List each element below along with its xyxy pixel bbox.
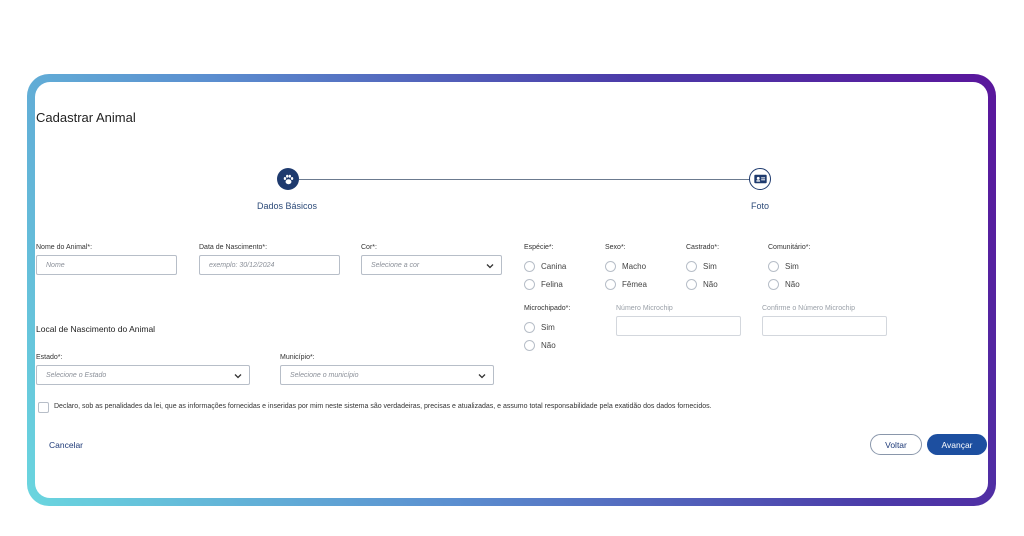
sexo-femea-option[interactable]: Fêmea — [605, 279, 647, 290]
confirme-microchip-label: Confirme o Número Microchip — [762, 305, 855, 312]
declaration-text: Declaro, sob as penalidades da lei, que … — [54, 403, 712, 410]
numero-microchip-label: Número Microchip — [616, 305, 673, 312]
castrado-sim-option[interactable]: Sim — [686, 261, 717, 272]
chevron-down-icon — [234, 374, 242, 379]
especie-felina-option[interactable]: Felina — [524, 279, 563, 290]
option-label: Fêmea — [622, 280, 647, 289]
nascimento-label: Data de Nascimento*: — [199, 244, 268, 251]
chevron-down-icon — [478, 374, 486, 379]
option-label: Sim — [785, 262, 799, 271]
option-label: Canina — [541, 262, 567, 271]
local-nascimento-title: Local de Nascimento do Animal — [36, 324, 156, 334]
page-title: Cadastrar Animal — [36, 110, 136, 125]
municipio-label: Município*: — [280, 354, 315, 361]
nascimento-placeholder: exemplo: 30/12/2024 — [209, 261, 275, 269]
cor-select[interactable]: Selecione a cor — [361, 255, 502, 275]
step-dados-basicos-circle[interactable] — [277, 168, 299, 190]
municipio-select[interactable]: Selecione o município — [280, 365, 494, 385]
numero-microchip-input[interactable] — [616, 316, 741, 336]
cancel-link[interactable]: Cancelar — [49, 440, 83, 450]
radio-button[interactable] — [686, 279, 697, 290]
cor-placeholder: Selecione a cor — [371, 261, 420, 269]
comunitario-label: Comunitário*: — [768, 244, 811, 251]
radio-button[interactable] — [768, 261, 779, 272]
declaration-checkbox[interactable] — [38, 402, 49, 413]
castrado-nao-option[interactable]: Não — [686, 279, 718, 290]
comunitario-sim-option[interactable]: Sim — [768, 261, 799, 272]
cor-label: Cor*: — [361, 244, 377, 251]
option-label: Macho — [622, 262, 647, 271]
estado-select[interactable]: Selecione o Estado — [36, 365, 250, 385]
option-label: Não — [703, 280, 718, 289]
radio-button[interactable] — [768, 279, 779, 290]
radio-button[interactable] — [524, 340, 535, 351]
comunitario-nao-option[interactable]: Não — [768, 279, 800, 290]
especie-canina-option[interactable]: Canina — [524, 261, 566, 272]
radio-button[interactable] — [686, 261, 697, 272]
microchipado-label: Microchipado*: — [524, 305, 571, 312]
radio-button[interactable] — [524, 261, 535, 272]
sexo-macho-option[interactable]: Macho — [605, 261, 646, 272]
nascimento-input[interactable]: exemplo: 30/12/2024 — [199, 255, 340, 275]
microchipado-sim-option[interactable]: Sim — [524, 322, 555, 333]
chevron-down-icon — [486, 264, 494, 269]
id-card-icon — [753, 174, 767, 184]
option-label: Felina — [541, 280, 563, 289]
confirme-microchip-input[interactable] — [762, 316, 887, 336]
radio-button[interactable] — [524, 279, 535, 290]
nome-placeholder: Nome — [46, 261, 65, 269]
stepper-line — [299, 179, 761, 180]
next-button[interactable]: Avançar — [927, 434, 987, 455]
estado-placeholder: Selecione o Estado — [46, 371, 107, 379]
back-button[interactable]: Voltar — [870, 434, 922, 455]
estado-label: Estado*: — [36, 354, 63, 361]
option-label: Não — [541, 341, 556, 350]
radio-button[interactable] — [605, 261, 616, 272]
option-label: Não — [785, 280, 800, 289]
nome-input[interactable]: Nome — [36, 255, 177, 275]
option-label: Sim — [541, 323, 555, 332]
especie-label: Espécie*: — [524, 244, 554, 251]
radio-button[interactable] — [605, 279, 616, 290]
nome-label: Nome do Animal*: — [36, 244, 93, 251]
radio-button[interactable] — [524, 322, 535, 333]
sexo-label: Sexo*: — [605, 244, 626, 251]
municipio-placeholder: Selecione o município — [290, 371, 359, 379]
step-foto-circle[interactable] — [749, 168, 771, 190]
option-label: Sim — [703, 262, 717, 271]
microchipado-nao-option[interactable]: Não — [524, 340, 556, 351]
paw-icon — [283, 174, 293, 184]
gradient-frame: Cadastrar Animal Dados Básicos Foto Nome… — [27, 74, 996, 506]
step-foto-label: Foto — [751, 201, 770, 211]
form-card: Cadastrar Animal Dados Básicos Foto Nome… — [35, 82, 988, 498]
castrado-label: Castrado*: — [686, 244, 720, 251]
step-dados-basicos-label: Dados Básicos — [257, 201, 318, 211]
